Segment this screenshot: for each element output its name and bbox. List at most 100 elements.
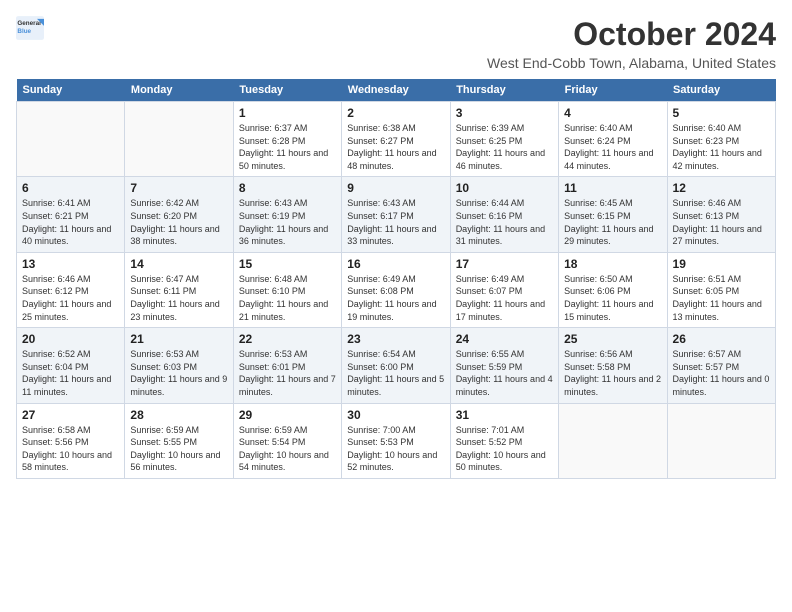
week-row-1: 1 Sunrise: 6:37 AMSunset: 6:28 PMDaylight… bbox=[17, 102, 776, 177]
day-info: Sunrise: 6:38 AMSunset: 6:27 PMDaylight:… bbox=[347, 122, 444, 172]
cell-week3-day1: 14Sunrise: 6:47 AMSunset: 6:11 PMDayligh… bbox=[125, 252, 233, 327]
cell-week1-day1 bbox=[125, 102, 233, 177]
weekday-header-row: Sunday Monday Tuesday Wednesday Thursday… bbox=[17, 79, 776, 102]
day-info: Sunrise: 6:43 AMSunset: 6:17 PMDaylight:… bbox=[347, 197, 444, 247]
cell-week5-day2: 29Sunrise: 6:59 AMSunset: 5:54 PMDayligh… bbox=[233, 403, 341, 478]
day-info: Sunrise: 6:50 AMSunset: 6:06 PMDaylight:… bbox=[564, 273, 661, 323]
day-number: 6 bbox=[22, 181, 119, 195]
header-tuesday: Tuesday bbox=[233, 79, 341, 102]
day-number: 27 bbox=[22, 408, 119, 422]
cell-week4-day2: 22 Sunrise: 6:53 AMSunset: 6:01 PMDayligh… bbox=[233, 328, 341, 403]
day-number: 29 bbox=[239, 408, 336, 422]
day-number: 12 bbox=[673, 181, 770, 195]
cell-week2-day2: 8Sunrise: 6:43 AMSunset: 6:19 PMDaylight… bbox=[233, 177, 341, 252]
day-info: Sunrise: 6:53 AMSunset: 6:01 PMDaylight:… bbox=[239, 348, 336, 398]
day-info: Sunrise: 6:49 AMSunset: 6:07 PMDaylight:… bbox=[456, 273, 553, 323]
cell-week2-day4: 10 Sunrise: 6:44 AMSunset: 6:16 PMDayligh… bbox=[450, 177, 558, 252]
cell-week3-day2: 15 Sunrise: 6:48 AMSunset: 6:10 PMDayligh… bbox=[233, 252, 341, 327]
cell-week3-day5: 18 Sunrise: 6:50 AMSunset: 6:06 PMDayligh… bbox=[559, 252, 667, 327]
cell-week2-day0: 6 Sunrise: 6:41 AMSunset: 6:21 PMDaylight… bbox=[17, 177, 125, 252]
header-monday: Monday bbox=[125, 79, 233, 102]
day-info: Sunrise: 6:56 AMSunset: 5:58 PMDaylight:… bbox=[564, 348, 661, 398]
day-number: 25 bbox=[564, 332, 661, 346]
day-number: 11 bbox=[564, 181, 661, 195]
day-number: 1 bbox=[239, 106, 336, 120]
header-thursday: Thursday bbox=[450, 79, 558, 102]
cell-week1-day5: 4 Sunrise: 6:40 AMSunset: 6:24 PMDaylight… bbox=[559, 102, 667, 177]
day-number: 10 bbox=[456, 181, 553, 195]
cell-week2-day6: 12 Sunrise: 6:46 AMSunset: 6:13 PMDayligh… bbox=[667, 177, 775, 252]
day-number: 26 bbox=[673, 332, 770, 346]
cell-week2-day5: 11 Sunrise: 6:45 AMSunset: 6:15 PMDayligh… bbox=[559, 177, 667, 252]
title-block: October 2024 West End-Cobb Town, Alabama… bbox=[487, 16, 776, 71]
day-number: 31 bbox=[456, 408, 553, 422]
day-number: 8 bbox=[239, 181, 336, 195]
day-info: Sunrise: 6:49 AMSunset: 6:08 PMDaylight:… bbox=[347, 273, 444, 323]
cell-week3-day4: 17 Sunrise: 6:49 AMSunset: 6:07 PMDayligh… bbox=[450, 252, 558, 327]
week-row-4: 20Sunrise: 6:52 AMSunset: 6:04 PMDayligh… bbox=[17, 328, 776, 403]
header-sunday: Sunday bbox=[17, 79, 125, 102]
page-title: October 2024 bbox=[487, 16, 776, 53]
cell-week4-day4: 24 Sunrise: 6:55 AMSunset: 5:59 PMDayligh… bbox=[450, 328, 558, 403]
cell-week3-day6: 19Sunrise: 6:51 AMSunset: 6:05 PMDayligh… bbox=[667, 252, 775, 327]
week-row-3: 13 Sunrise: 6:46 AMSunset: 6:12 PMDayligh… bbox=[17, 252, 776, 327]
day-number: 18 bbox=[564, 257, 661, 271]
cell-week4-day6: 26Sunrise: 6:57 AMSunset: 5:57 PMDayligh… bbox=[667, 328, 775, 403]
day-number: 7 bbox=[130, 181, 227, 195]
day-number: 3 bbox=[456, 106, 553, 120]
header-wednesday: Wednesday bbox=[342, 79, 450, 102]
day-info: Sunrise: 6:44 AMSunset: 6:16 PMDaylight:… bbox=[456, 197, 553, 247]
day-info: Sunrise: 6:45 AMSunset: 6:15 PMDaylight:… bbox=[564, 197, 661, 247]
day-number: 16 bbox=[347, 257, 444, 271]
day-info: Sunrise: 6:47 AMSunset: 6:11 PMDaylight:… bbox=[130, 273, 227, 323]
day-info: Sunrise: 6:55 AMSunset: 5:59 PMDaylight:… bbox=[456, 348, 553, 398]
day-number: 4 bbox=[564, 106, 661, 120]
cell-week5-day6 bbox=[667, 403, 775, 478]
cell-week3-day0: 13 Sunrise: 6:46 AMSunset: 6:12 PMDayligh… bbox=[17, 252, 125, 327]
day-number: 15 bbox=[239, 257, 336, 271]
day-info: Sunrise: 6:52 AMSunset: 6:04 PMDaylight:… bbox=[22, 348, 119, 398]
header-saturday: Saturday bbox=[667, 79, 775, 102]
cell-week4-day1: 21Sunrise: 6:53 AMSunset: 6:03 PMDayligh… bbox=[125, 328, 233, 403]
day-info: Sunrise: 6:39 AMSunset: 6:25 PMDaylight:… bbox=[456, 122, 553, 172]
day-number: 22 bbox=[239, 332, 336, 346]
logo: General Blue bbox=[16, 16, 44, 40]
day-info: Sunrise: 6:51 AMSunset: 6:05 PMDaylight:… bbox=[673, 273, 770, 323]
day-info: Sunrise: 6:58 AMSunset: 5:56 PMDaylight:… bbox=[22, 424, 119, 474]
cell-week4-day3: 23 Sunrise: 6:54 AMSunset: 6:00 PMDayligh… bbox=[342, 328, 450, 403]
day-number: 24 bbox=[456, 332, 553, 346]
day-info: Sunrise: 6:40 AMSunset: 6:23 PMDaylight:… bbox=[673, 122, 770, 172]
day-number: 21 bbox=[130, 332, 227, 346]
cell-week1-day0 bbox=[17, 102, 125, 177]
day-info: Sunrise: 7:01 AMSunset: 5:52 PMDaylight:… bbox=[456, 424, 553, 474]
day-number: 9 bbox=[347, 181, 444, 195]
day-number: 13 bbox=[22, 257, 119, 271]
day-number: 23 bbox=[347, 332, 444, 346]
day-info: Sunrise: 6:46 AMSunset: 6:12 PMDaylight:… bbox=[22, 273, 119, 323]
svg-text:General: General bbox=[17, 20, 41, 27]
day-info: Sunrise: 6:37 AMSunset: 6:28 PMDaylight:… bbox=[239, 122, 336, 172]
calendar-table: Sunday Monday Tuesday Wednesday Thursday… bbox=[16, 79, 776, 479]
day-info: Sunrise: 6:48 AMSunset: 6:10 PMDaylight:… bbox=[239, 273, 336, 323]
day-info: Sunrise: 6:42 AMSunset: 6:20 PMDaylight:… bbox=[130, 197, 227, 247]
day-info: Sunrise: 6:54 AMSunset: 6:00 PMDaylight:… bbox=[347, 348, 444, 398]
day-number: 30 bbox=[347, 408, 444, 422]
day-number: 17 bbox=[456, 257, 553, 271]
day-number: 2 bbox=[347, 106, 444, 120]
svg-text:Blue: Blue bbox=[17, 28, 31, 35]
cell-week5-day0: 27 Sunrise: 6:58 AMSunset: 5:56 PMDayligh… bbox=[17, 403, 125, 478]
cell-week5-day3: 30 Sunrise: 7:00 AMSunset: 5:53 PMDayligh… bbox=[342, 403, 450, 478]
cell-week2-day3: 9 Sunrise: 6:43 AMSunset: 6:17 PMDaylight… bbox=[342, 177, 450, 252]
day-info: Sunrise: 6:41 AMSunset: 6:21 PMDaylight:… bbox=[22, 197, 119, 247]
day-number: 5 bbox=[673, 106, 770, 120]
day-info: Sunrise: 7:00 AMSunset: 5:53 PMDaylight:… bbox=[347, 424, 444, 474]
day-info: Sunrise: 6:40 AMSunset: 6:24 PMDaylight:… bbox=[564, 122, 661, 172]
cell-week5-day4: 31 Sunrise: 7:01 AMSunset: 5:52 PMDayligh… bbox=[450, 403, 558, 478]
cell-week3-day3: 16 Sunrise: 6:49 AMSunset: 6:08 PMDayligh… bbox=[342, 252, 450, 327]
logo-icon: General Blue bbox=[16, 16, 44, 40]
cell-week4-day5: 25 Sunrise: 6:56 AMSunset: 5:58 PMDayligh… bbox=[559, 328, 667, 403]
cell-week2-day1: 7 Sunrise: 6:42 AMSunset: 6:20 PMDaylight… bbox=[125, 177, 233, 252]
cell-week1-day2: 1 Sunrise: 6:37 AMSunset: 6:28 PMDaylight… bbox=[233, 102, 341, 177]
week-row-5: 27 Sunrise: 6:58 AMSunset: 5:56 PMDayligh… bbox=[17, 403, 776, 478]
day-info: Sunrise: 6:46 AMSunset: 6:13 PMDaylight:… bbox=[673, 197, 770, 247]
